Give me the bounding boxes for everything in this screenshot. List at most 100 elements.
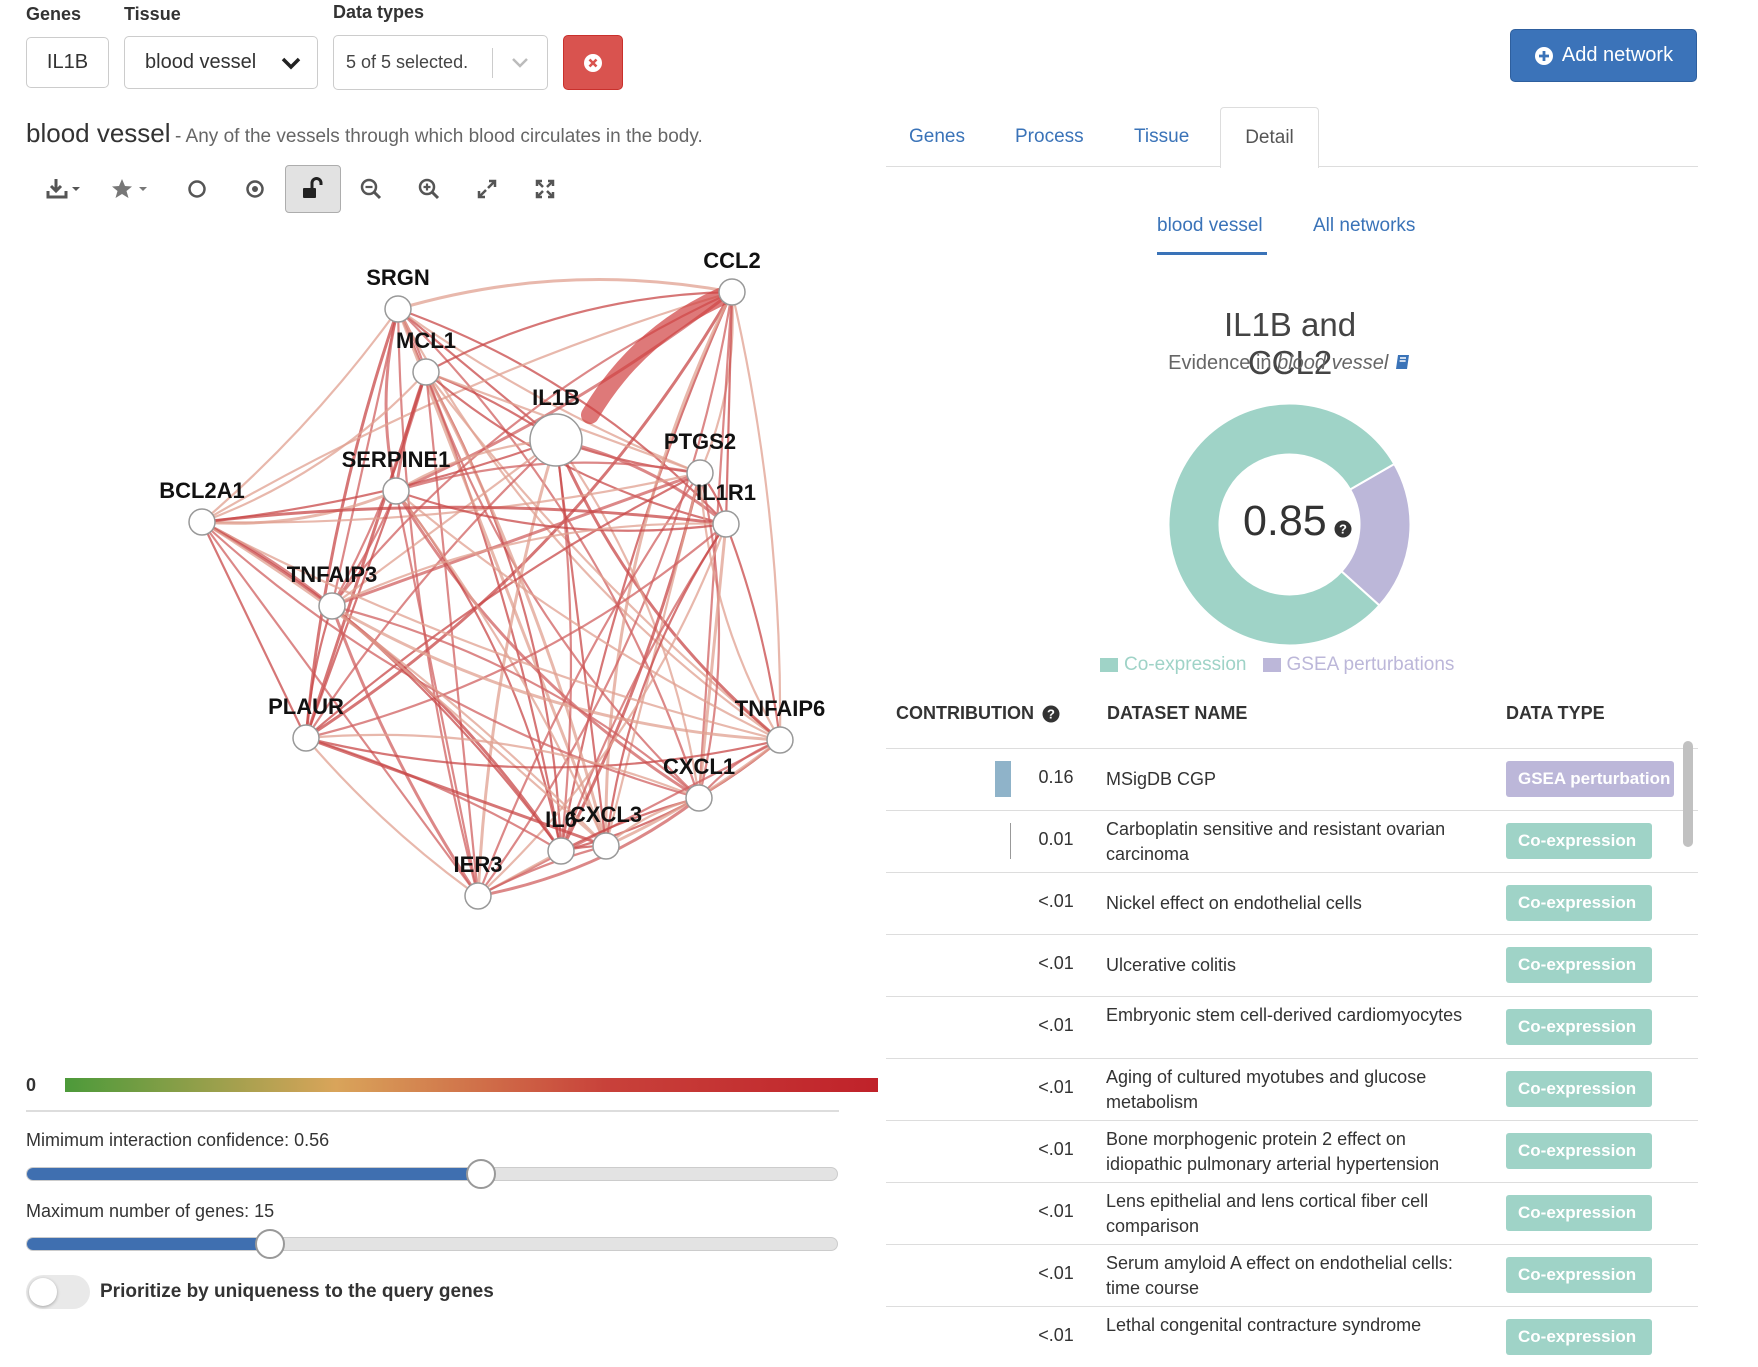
- gene-node-mcl1[interactable]: [412, 358, 440, 386]
- gene-node-il1b[interactable]: [529, 413, 583, 467]
- table-row[interactable]: <.01 Embryonic stem cell-derived cardiomy…: [886, 996, 1698, 1057]
- dataset-name[interactable]: Lethal congenital contracture syndrome: [1106, 1313, 1486, 1365]
- zoom-out-button[interactable]: [343, 165, 399, 213]
- gene-node-ccl2[interactable]: [718, 278, 746, 306]
- genes-slider-fill: [27, 1238, 270, 1250]
- expand-icon: [477, 179, 497, 199]
- lock-toggle-button[interactable]: [285, 165, 341, 213]
- gene-label-ccl2: CCL2: [703, 248, 760, 273]
- data-type-badge: Co-expression: [1506, 1257, 1652, 1293]
- gene-node-cxcl3[interactable]: [592, 832, 620, 860]
- tissue-title: blood vessel: [26, 118, 171, 148]
- gene-node-tnfaip3[interactable]: [318, 592, 346, 620]
- contribution-header[interactable]: CONTRIBUTION ?: [896, 703, 1060, 724]
- tab-tissue[interactable]: Tissue: [1134, 126, 1189, 148]
- subtab-blood-vessel[interactable]: blood vessel: [1157, 215, 1263, 237]
- network-edge[interactable]: [425, 290, 733, 373]
- datatypes-select-value: 5 of 5 selected.: [346, 52, 469, 72]
- table-row[interactable]: <.01 Serum amyloid A effect on endothelia…: [886, 1244, 1698, 1305]
- data-type-badge: Co-expression: [1506, 947, 1652, 983]
- circle-layout-button[interactable]: [169, 165, 225, 213]
- uniqueness-toggle[interactable]: [26, 1275, 90, 1309]
- dataset-name-header[interactable]: DATASET NAME: [1107, 703, 1247, 724]
- gene-node-serpine1[interactable]: [382, 477, 410, 505]
- table-row[interactable]: <.01 Bone morphogenic protein 2 effect on…: [886, 1120, 1698, 1181]
- contribution-value: <.01: [1038, 1325, 1074, 1345]
- network-edge[interactable]: [305, 291, 734, 740]
- add-network-label: Add network: [1561, 44, 1674, 66]
- gene-node-plaur[interactable]: [292, 724, 320, 752]
- help-icon[interactable]: ?: [1334, 520, 1352, 538]
- divider: [26, 1110, 839, 1112]
- concentric-layout-button[interactable]: [227, 165, 283, 213]
- dataset-name[interactable]: Carboplatin sensitive and resistant ovar…: [1106, 817, 1486, 869]
- confidence-color-scale: [65, 1078, 878, 1092]
- network-graph[interactable]: SRGN CCL2 MCL1 IL1B PTGS2 SERPINE1 IL1R1 BCL2A1…: [0, 220, 880, 960]
- dataset-name[interactable]: Serum amyloid A effect on endothelial ce…: [1106, 1251, 1486, 1303]
- gene-node-bcl2a1[interactable]: [188, 508, 216, 536]
- network-edge[interactable]: [305, 737, 479, 897]
- tissue-select-value: blood vessel: [145, 51, 257, 73]
- data-type-header[interactable]: DATA TYPE: [1506, 703, 1605, 724]
- gene-node-il1r1[interactable]: [712, 510, 740, 538]
- data-type-badge: Co-expression: [1506, 1195, 1652, 1231]
- add-network-button[interactable]: Add network: [1510, 29, 1697, 82]
- book-icon[interactable]: [1394, 353, 1412, 371]
- svg-text:?: ?: [1339, 522, 1347, 537]
- gene-node-il6[interactable]: [547, 837, 575, 865]
- download-button[interactable]: [35, 165, 93, 213]
- gene-node-ier3[interactable]: [464, 882, 492, 910]
- network-edge[interactable]: [730, 291, 782, 741]
- gene-node-cxcl1[interactable]: [685, 784, 713, 812]
- gene-label-mcl1: MCL1: [396, 328, 456, 353]
- dataset-name[interactable]: Embryonic stem cell-derived cardiomyocyt…: [1106, 1003, 1486, 1055]
- gene-node-srgn[interactable]: [384, 295, 412, 323]
- genes-label: Genes: [26, 4, 82, 24]
- help-icon[interactable]: ?: [1042, 705, 1060, 723]
- tab-process[interactable]: Process: [1015, 126, 1084, 148]
- clear-button[interactable]: [563, 35, 623, 90]
- table-row[interactable]: <.01 Lethal congenital contracture syndro…: [886, 1306, 1698, 1367]
- confidence-slider-handle[interactable]: [465, 1159, 496, 1189]
- favorite-button[interactable]: [95, 165, 167, 213]
- expand-button[interactable]: [459, 165, 515, 213]
- confidence-slider-track[interactable]: [26, 1167, 838, 1181]
- table-scrollbar[interactable]: [1683, 741, 1693, 847]
- fit-button[interactable]: [517, 165, 573, 213]
- dataset-name[interactable]: Aging of cultured myotubes and glucose m…: [1106, 1065, 1486, 1117]
- table-row[interactable]: <.01 Ulcerative colitis Co-expression: [886, 934, 1698, 995]
- tab-genes[interactable]: Genes: [909, 126, 965, 148]
- legend-item-gsea: GSEA perturbations: [1262, 654, 1454, 676]
- table-row[interactable]: 0.16 MSigDB CGP GSEA perturbation: [886, 748, 1698, 809]
- genes-input-value: IL1B: [46, 51, 89, 73]
- legend-item-coexpression: Co-expression: [1100, 654, 1247, 676]
- genes-slider-handle[interactable]: [254, 1229, 285, 1259]
- svg-text:?: ?: [1047, 706, 1055, 721]
- dataset-name[interactable]: Lens epithelial and lens cortical fiber …: [1106, 1189, 1486, 1241]
- datatypes-select[interactable]: 5 of 5 selected.: [333, 35, 548, 90]
- tissue-select[interactable]: blood vessel: [124, 36, 318, 89]
- contribution-value: <.01: [1038, 1139, 1074, 1159]
- confidence-slider-fill: [27, 1168, 481, 1180]
- table-row[interactable]: 0.01 Carboplatin sensitive and resistant …: [886, 810, 1698, 871]
- score-value: 0.85: [1243, 497, 1327, 545]
- network-edge[interactable]: [697, 291, 734, 799]
- subtab-all-networks[interactable]: All networks: [1313, 215, 1415, 237]
- dataset-name[interactable]: Bone morphogenic protein 2 effect on idi…: [1106, 1127, 1486, 1179]
- tab-detail[interactable]: Detail: [1220, 107, 1319, 168]
- contribution-bar: [995, 761, 1011, 797]
- evidence-line: Evidence in blood vessel: [1140, 352, 1440, 375]
- genes-input[interactable]: IL1B: [26, 37, 109, 88]
- chevron-down-icon: [281, 57, 301, 70]
- gene-node-tnfaip6[interactable]: [766, 726, 794, 754]
- contribution-value: <.01: [1038, 891, 1074, 911]
- select-divider: [492, 48, 493, 78]
- genes-slider-track[interactable]: [26, 1237, 838, 1251]
- table-row[interactable]: <.01 Lens epithelial and lens cortical fi…: [886, 1182, 1698, 1243]
- scale-min-label: 0: [26, 1075, 37, 1095]
- table-row[interactable]: <.01 Aging of cultured myotubes and gluco…: [886, 1058, 1698, 1119]
- data-type-badge: Co-expression: [1506, 823, 1652, 859]
- genes-slider-label: Maximum number of genes: 15: [26, 1201, 275, 1221]
- zoom-in-button[interactable]: [401, 165, 457, 213]
- table-row[interactable]: <.01 Nickel effect on endothelial cells Co…: [886, 872, 1698, 933]
